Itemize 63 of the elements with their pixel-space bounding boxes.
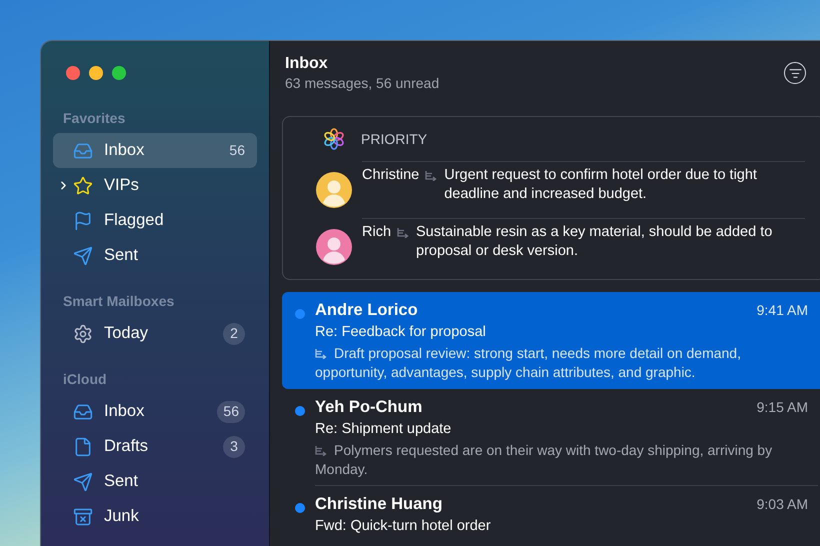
unread-count-badge: 3 xyxy=(223,436,245,458)
inbox-tray-icon xyxy=(73,402,93,422)
priority-sender: Christine xyxy=(362,166,420,185)
sidebar-section-title: Favorites xyxy=(62,108,126,128)
star-icon xyxy=(73,176,93,196)
message-subject: Re: Feedback for proposal xyxy=(315,323,487,342)
sidebar-item[interactable]: Flagged xyxy=(53,203,257,238)
mailbox-label: Sent xyxy=(104,245,138,266)
sidebar-item[interactable]: Inbox 56 xyxy=(53,133,257,168)
sender-name: Andre Lorico xyxy=(315,300,418,321)
message-row[interactable]: Christine Huang 9:03 AM Fwd: Quick-turn hotel order xyxy=(282,486,820,544)
filter-button[interactable] xyxy=(784,62,806,84)
sender-name: Yeh Po-Chum xyxy=(315,397,422,418)
junk-box-icon xyxy=(73,506,93,526)
zoom-window-button[interactable] xyxy=(112,66,126,80)
mailbox-label: Flagged xyxy=(104,210,164,232)
mailbox-label: Junk xyxy=(104,506,139,528)
sidebar-section-title: Smart Mailboxes xyxy=(62,292,176,310)
mailbox-label: Inbox xyxy=(104,401,144,422)
priority-summary: Sustainable resin as a key material, should be added to proposal or desk version. xyxy=(416,223,774,261)
close-window-button[interactable] xyxy=(66,66,80,80)
unread-count-badge: 2 xyxy=(223,322,245,344)
mailbox-label: Drafts xyxy=(104,436,148,458)
mailbox-label: Inbox xyxy=(104,140,144,162)
message-time: 9:15 AM xyxy=(756,398,808,417)
paper-plane-icon xyxy=(73,246,93,266)
unread-count-badge: 56 xyxy=(217,400,245,422)
message-preview: Draft proposal review: strong start, needs more detail on demand, opportunity, advantages, supply chain attributes, and graphic. xyxy=(315,344,742,382)
message-time: 9:41 AM xyxy=(756,301,808,320)
message-row[interactable]: Yeh Po-Chum 9:15 AM Re: Shipment update Polymers requested are on their way with two-day shipping, arriving by Monday. xyxy=(282,389,820,486)
priority-heading: PRIORITY xyxy=(361,130,428,148)
filter-icon xyxy=(788,66,802,80)
priority-sender: Rich xyxy=(362,223,392,242)
message-subject: Re: Shipment update xyxy=(315,420,452,439)
sidebar-item[interactable]: Today 2 xyxy=(53,316,257,351)
unread-count: 56 xyxy=(229,141,245,160)
sidebar-item[interactable]: Sent xyxy=(53,464,257,499)
sidebar-item[interactable]: Junk xyxy=(53,499,257,534)
sidebar-section-title: iCloud xyxy=(62,370,108,388)
sidebar-item[interactable]: VIPs xyxy=(53,168,257,203)
sparkle-flower-icon xyxy=(323,128,345,150)
paper-plane-icon xyxy=(73,472,93,492)
mailbox-label: Sent xyxy=(104,471,138,492)
mailbox-label: Today xyxy=(104,323,148,344)
message-time: 9:03 AM xyxy=(756,495,808,514)
sidebar-item[interactable]: Sent xyxy=(53,238,257,273)
message-subject: Fwd: Quick-turn hotel order xyxy=(315,517,492,536)
message-row[interactable]: Andre Lorico 9:41 AM Re: Feedback for proposal Draft proposal review: strong start, needs more detail on demand, opportunity, advantages, supply chain attributes, and graphic. xyxy=(282,292,820,389)
mailbox-label: VIPs xyxy=(104,175,139,196)
flag-icon xyxy=(73,210,93,230)
sidebar-item[interactable]: Drafts 3 xyxy=(53,429,257,464)
message-count: 63 messages, 56 unread xyxy=(285,74,440,92)
sender-name: Christine Huang xyxy=(315,494,442,515)
document-icon xyxy=(73,436,93,456)
priority-summary: Urgent request to confirm hotel order due to tight deadline and increased budget. xyxy=(444,166,758,204)
message-preview: Polymers requested are on their way with two-day shipping, arriving by Monday. xyxy=(315,441,774,479)
summary-icon xyxy=(315,445,329,456)
gear-icon xyxy=(73,324,93,344)
sidebar-item[interactable]: Inbox 56 xyxy=(53,394,257,429)
inbox-tray-icon xyxy=(73,140,93,160)
summary-icon xyxy=(315,348,329,359)
mailbox-title: Inbox xyxy=(285,54,329,74)
minimize-window-button[interactable] xyxy=(89,66,103,80)
